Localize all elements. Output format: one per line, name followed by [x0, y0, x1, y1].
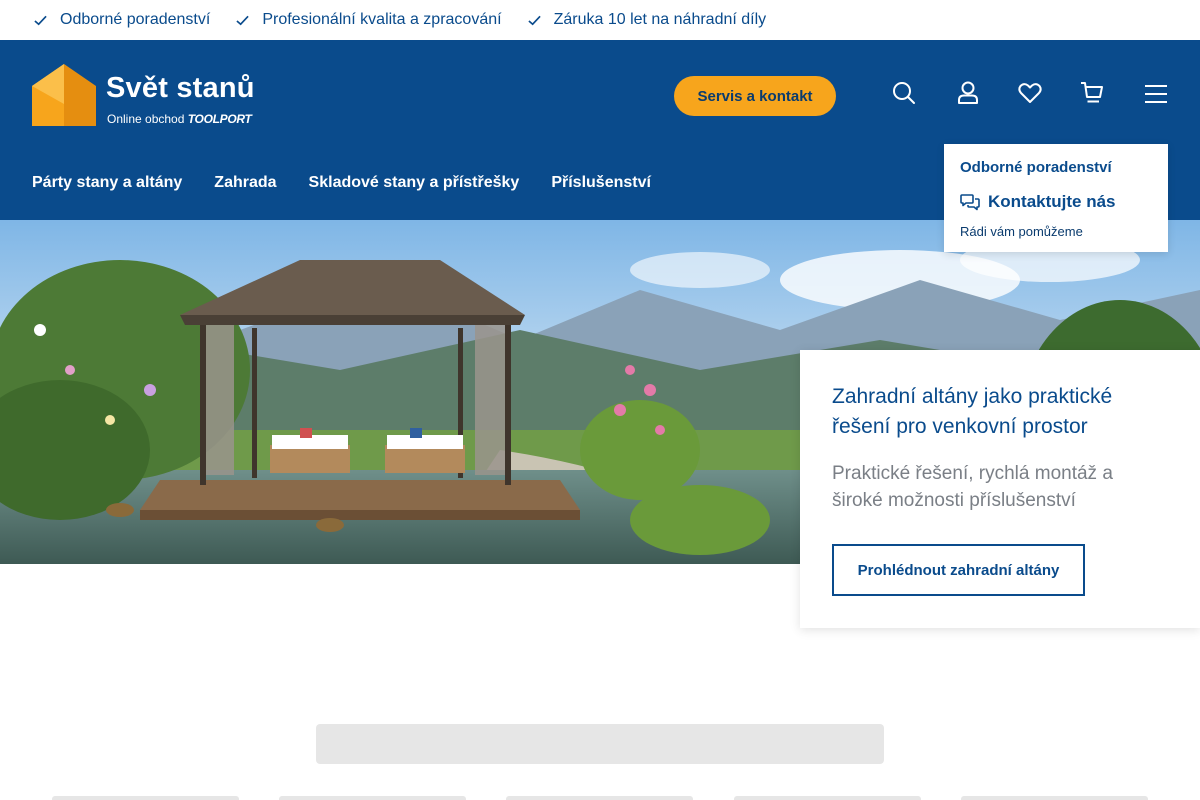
check-icon — [236, 15, 250, 25]
chat-icon — [960, 194, 980, 211]
loading-placeholder-card — [961, 796, 1148, 800]
tent-logo-icon — [32, 64, 96, 126]
usp-label: Záruka 10 let na náhradní díly — [553, 11, 767, 28]
hero-title: Zahradní altány jako praktické řešení pr… — [832, 385, 1113, 438]
account-button[interactable] — [955, 80, 981, 106]
loading-placeholder-card — [52, 796, 239, 800]
contact-us-link[interactable]: Kontaktujte nás — [960, 192, 1116, 212]
main-nav: Párty stany a altány Zahrada Skladové st… — [32, 174, 683, 192]
check-icon — [34, 15, 47, 25]
hero-text: Praktické řešení, rychlá montáž a široké… — [832, 463, 1113, 511]
cart-button[interactable] — [1079, 80, 1105, 106]
usp-item: Profesionální kvalita a zpracování — [236, 11, 502, 29]
contact-dropdown: Odborné poradenství Kontaktujte nás Rádi… — [944, 144, 1168, 252]
browse-gazebos-button[interactable]: Prohlédnout zahradní altány — [832, 544, 1085, 596]
loading-placeholder-card — [506, 796, 693, 800]
menu-icon — [1145, 85, 1167, 103]
loading-placeholder-card — [279, 796, 466, 800]
site-logo[interactable]: Svět stanů Online obchod TOOLPORT — [32, 64, 272, 126]
nav-item-storage-tents[interactable]: Skladové stany a přístřešky — [309, 174, 520, 192]
search-button[interactable] — [891, 80, 917, 106]
check-icon — [527, 15, 541, 25]
service-contact-button[interactable]: Servis a kontakt — [674, 76, 836, 116]
cart-icon — [1081, 82, 1103, 103]
usp-label: Odborné poradenství — [60, 11, 211, 28]
user-icon — [958, 81, 978, 104]
loading-placeholder-card — [734, 796, 921, 800]
nav-item-accessories[interactable]: Příslušenství — [551, 174, 651, 192]
wishlist-button[interactable] — [1017, 80, 1043, 106]
usp-label: Profesionální kvalita a zpracování — [262, 11, 502, 28]
usp-item: Záruka 10 let na náhradní díly — [527, 11, 767, 29]
loading-placeholder-bar — [316, 724, 884, 764]
usp-item: Odborné poradenství — [34, 11, 210, 29]
logo-title: Svět stanů — [106, 72, 255, 104]
logo-brand: TOOLPORT — [187, 112, 252, 126]
contact-us-label: Kontaktujte nás — [988, 192, 1116, 211]
menu-button[interactable] — [1143, 80, 1169, 106]
nav-item-garden[interactable]: Zahrada — [214, 174, 276, 192]
contact-subtitle: Rádi vám pomůžeme — [960, 224, 1083, 239]
expert-advice-link[interactable]: Odborné poradenství — [960, 159, 1112, 176]
logo-subtitle: Online obchod TOOLPORT — [107, 112, 252, 126]
logo-subtitle-prefix: Online obchod — [107, 112, 185, 126]
usp-bar: Odborné poradenství Profesionální kvalit… — [0, 0, 1200, 40]
hero-card: Zahradní altány jako praktické řešení pr… — [800, 350, 1200, 628]
search-icon — [893, 82, 915, 104]
heart-icon — [1018, 83, 1042, 103]
nav-item-party-tents[interactable]: Párty stany a altány — [32, 174, 182, 192]
